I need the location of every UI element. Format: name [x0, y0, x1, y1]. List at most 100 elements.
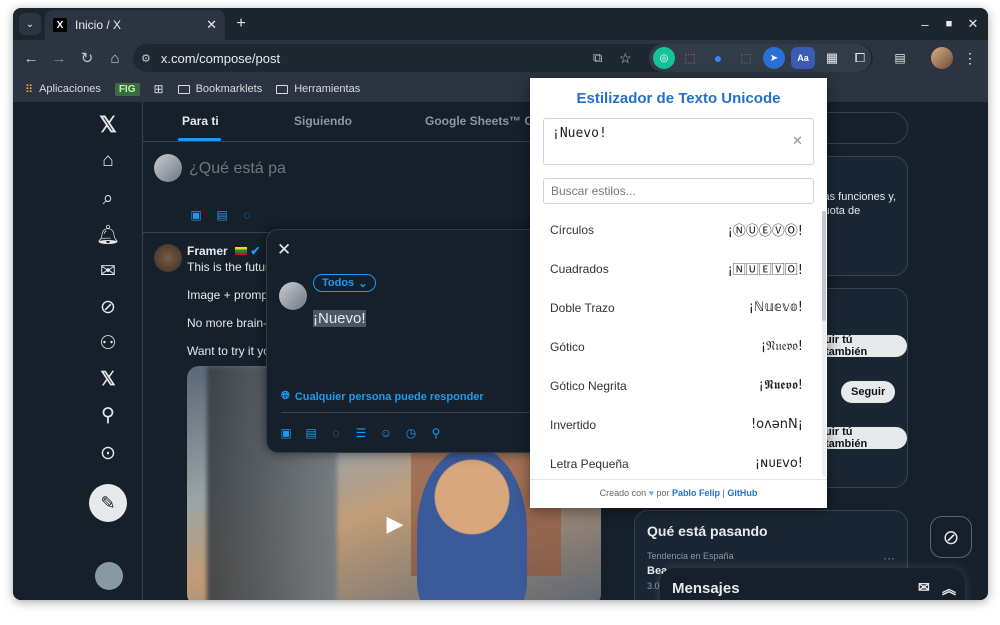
verified-badge-icon: ✔ — [250, 244, 261, 258]
compose-post-modal: ✕ Todos ⌄ ¡Nuevo! 🌐︎ Cualquier persona p… — [266, 229, 566, 453]
compass-extension-icon[interactable]: ➤ — [763, 47, 785, 69]
location-icon[interactable]: ⚲ — [429, 426, 443, 440]
site-info-icon[interactable]: ⚙ — [141, 52, 151, 65]
tab-google-sheets[interactable]: Google Sheets™ C — [425, 114, 533, 128]
clear-input-icon[interactable]: ✕ — [792, 133, 803, 149]
post-compose-button[interactable]: ✎ — [89, 484, 127, 522]
style-row-invertido[interactable]: Invertido !oʌǝnN¡ — [530, 405, 819, 444]
github-link[interactable]: GitHub — [727, 488, 757, 498]
bookmark-apps[interactable]: ⠿ Aplicaciones — [25, 83, 101, 96]
style-row-letra-pequena[interactable]: Letra Pequeña ¡ɴᴜᴇᴠᴏ! — [530, 444, 819, 476]
post-text-editor[interactable]: ¡Nuevo! — [313, 310, 366, 327]
popup-title: Estilizador de Texto Unicode — [576, 90, 781, 107]
feather-icon: ✎ — [100, 492, 116, 513]
account-avatar[interactable] — [95, 562, 123, 590]
style-sample: !oʌǝnN¡ — [750, 417, 803, 432]
audience-selector[interactable]: Todos ⌄ — [313, 274, 377, 292]
unicode-styler-extension-icon[interactable]: Aa — [791, 47, 815, 69]
browser-menu-icon[interactable]: ⋮ — [959, 47, 981, 69]
style-row-cuadrados[interactable]: Cuadrados ¡🄽🅄🄴🅅🄾! — [530, 249, 819, 288]
follow-button[interactable]: Seguir — [841, 381, 896, 403]
gif-icon[interactable]: ▤ — [215, 208, 229, 222]
grok-compose-icon[interactable]: ◌ — [240, 208, 254, 222]
style-row-gotico-negrita[interactable]: Gótico Negrita ¡𝕹𝖚𝖊𝖛𝖔! — [530, 366, 819, 405]
explore-search-icon[interactable]: ⌕ — [97, 188, 119, 210]
left-navigation: 𝕏 ⌂ ⌕ 🔔︎ ✉ ⊘ ⚇ 𝕏 ⚲ ⊙ ✎ — [13, 102, 143, 600]
trend-count: 3.0 — [647, 581, 660, 591]
messages-envelope-icon[interactable]: ✉ — [97, 260, 119, 282]
tab-siguiendo[interactable]: Siguiendo — [294, 114, 352, 128]
style-row-gotico[interactable]: Gótico ¡𝔑𝔲𝔢𝔳𝔬! — [530, 327, 819, 366]
scrollbar-thumb[interactable] — [822, 211, 826, 321]
bookmark-label: Aplicaciones — [39, 83, 101, 95]
style-name: Gótico — [550, 339, 585, 354]
grok-icon[interactable]: ⊘ — [97, 296, 119, 318]
style-search-input[interactable]: Buscar estilos... — [543, 178, 814, 204]
more-horizontal-icon[interactable]: ··· — [883, 551, 895, 565]
reload-button[interactable]: ↻ — [73, 44, 101, 72]
tab-search-button[interactable]: ⌄ — [19, 13, 41, 35]
grok-fab-button[interactable]: ⊘ — [930, 516, 972, 558]
reply-setting-button[interactable]: 🌐︎ Cualquier persona puede responder — [281, 390, 484, 403]
home-icon[interactable]: ⌂ — [97, 150, 119, 172]
notifications-bell-icon[interactable]: 🔔︎ — [96, 224, 120, 246]
x-logo-icon[interactable]: 𝕏 — [97, 112, 119, 137]
communities-icon[interactable]: ⚇ — [97, 332, 119, 354]
messages-drawer[interactable]: Mensajes ✉ ︽ — [660, 568, 965, 600]
home-button[interactable]: ⌂ — [101, 44, 129, 72]
grid-extension-icon[interactable]: ▦ — [821, 47, 843, 69]
close-window-button[interactable]: ✕ — [963, 14, 983, 34]
premium-x-icon[interactable]: 𝕏 — [97, 368, 119, 390]
active-tab[interactable]: X Inicio / X ✕ — [45, 10, 225, 40]
expand-chevron-icon[interactable]: ︽ — [942, 579, 956, 599]
bookmark-fig[interactable]: FIG — [114, 82, 140, 96]
style-sample: ¡𝔑𝔲𝔢𝔳𝔬! — [760, 339, 803, 354]
forward-button[interactable]: → — [45, 44, 73, 72]
style-sample: ¡ⓃⓊⒺⓋⓄ! — [727, 224, 803, 239]
styler-text-input[interactable]: ¡Nuevo! — [543, 118, 814, 165]
post-line: Image + prompt — [187, 288, 272, 302]
new-tab-button[interactable]: + — [231, 14, 251, 34]
poll-icon[interactable]: ☰ — [354, 426, 368, 440]
blue-dot-extension-icon[interactable]: ● — [707, 47, 729, 69]
style-name: Cuadrados — [550, 261, 609, 276]
heart-icon: ♥ — [648, 488, 654, 498]
bookmark-folder-bookmarklets[interactable]: Bookmarklets — [177, 83, 262, 95]
schedule-icon[interactable]: ◷ — [404, 426, 418, 440]
extensions-puzzle-icon[interactable]: ⧠ — [849, 47, 871, 69]
bookmark-star-icon[interactable]: ☆ — [619, 50, 632, 67]
profile-avatar[interactable] — [931, 47, 953, 69]
style-row-circulos[interactable]: Círculos ¡ⓃⓊⒺⓋⓄ! — [530, 210, 819, 249]
follow-back-button[interactable]: uir tú también — [815, 426, 907, 450]
close-icon[interactable]: ✕ — [277, 240, 291, 260]
profile-person-icon[interactable]: ⚲ — [97, 404, 119, 426]
tab-para-ti[interactable]: Para ti — [182, 114, 219, 128]
popup-footer: Creado con ♥ por Pablo Felip | GitHub — [530, 488, 827, 498]
minimize-button[interactable]: – — [915, 14, 935, 34]
gif-icon[interactable]: ▤ — [304, 426, 318, 440]
bookmark-folder-herramientas[interactable]: Herramientas — [276, 83, 360, 95]
back-button[interactable]: ← — [17, 44, 45, 72]
emoji-icon[interactable]: ☺ — [379, 426, 393, 440]
maximize-button[interactable]: ■ — [939, 14, 959, 34]
grok-compose-icon[interactable]: ◌ — [329, 426, 343, 440]
post-author[interactable]: Framer ✔ — [187, 244, 260, 258]
style-row-doble-trazo[interactable]: Doble Trazo ¡ℕ𝕦𝕖𝕧𝕠! — [530, 288, 819, 327]
address-bar[interactable]: ⚙ x.com/compose/post ⧉ ☆ — [133, 44, 873, 72]
framer-avatar[interactable] — [154, 244, 182, 272]
reading-list-icon[interactable]: ▤ — [889, 47, 911, 69]
new-message-icon[interactable]: ✉ — [918, 579, 930, 596]
cast-icon[interactable]: ⧉ — [593, 50, 602, 66]
screenshot-extension-icon[interactable]: ⬚ — [679, 47, 701, 69]
author-link[interactable]: Pablo Felip — [672, 488, 720, 498]
grammar-extension-icon[interactable]: ◎ — [653, 47, 675, 69]
play-icon[interactable]: ▶ — [377, 506, 413, 542]
media-icon[interactable]: ▣ — [279, 426, 293, 440]
follow-back-button[interactable]: uir tú también — [815, 334, 907, 358]
tab-close-icon[interactable]: ✕ — [206, 17, 217, 33]
bookmark-grid[interactable]: ⊞ — [154, 82, 164, 96]
compose-inline-input[interactable]: ¿Qué está pa — [189, 160, 286, 178]
capture-extension-icon[interactable]: ⬚ — [735, 47, 757, 69]
media-icon[interactable]: ▣ — [189, 208, 203, 222]
more-options-icon[interactable]: ⊙ — [97, 442, 119, 464]
